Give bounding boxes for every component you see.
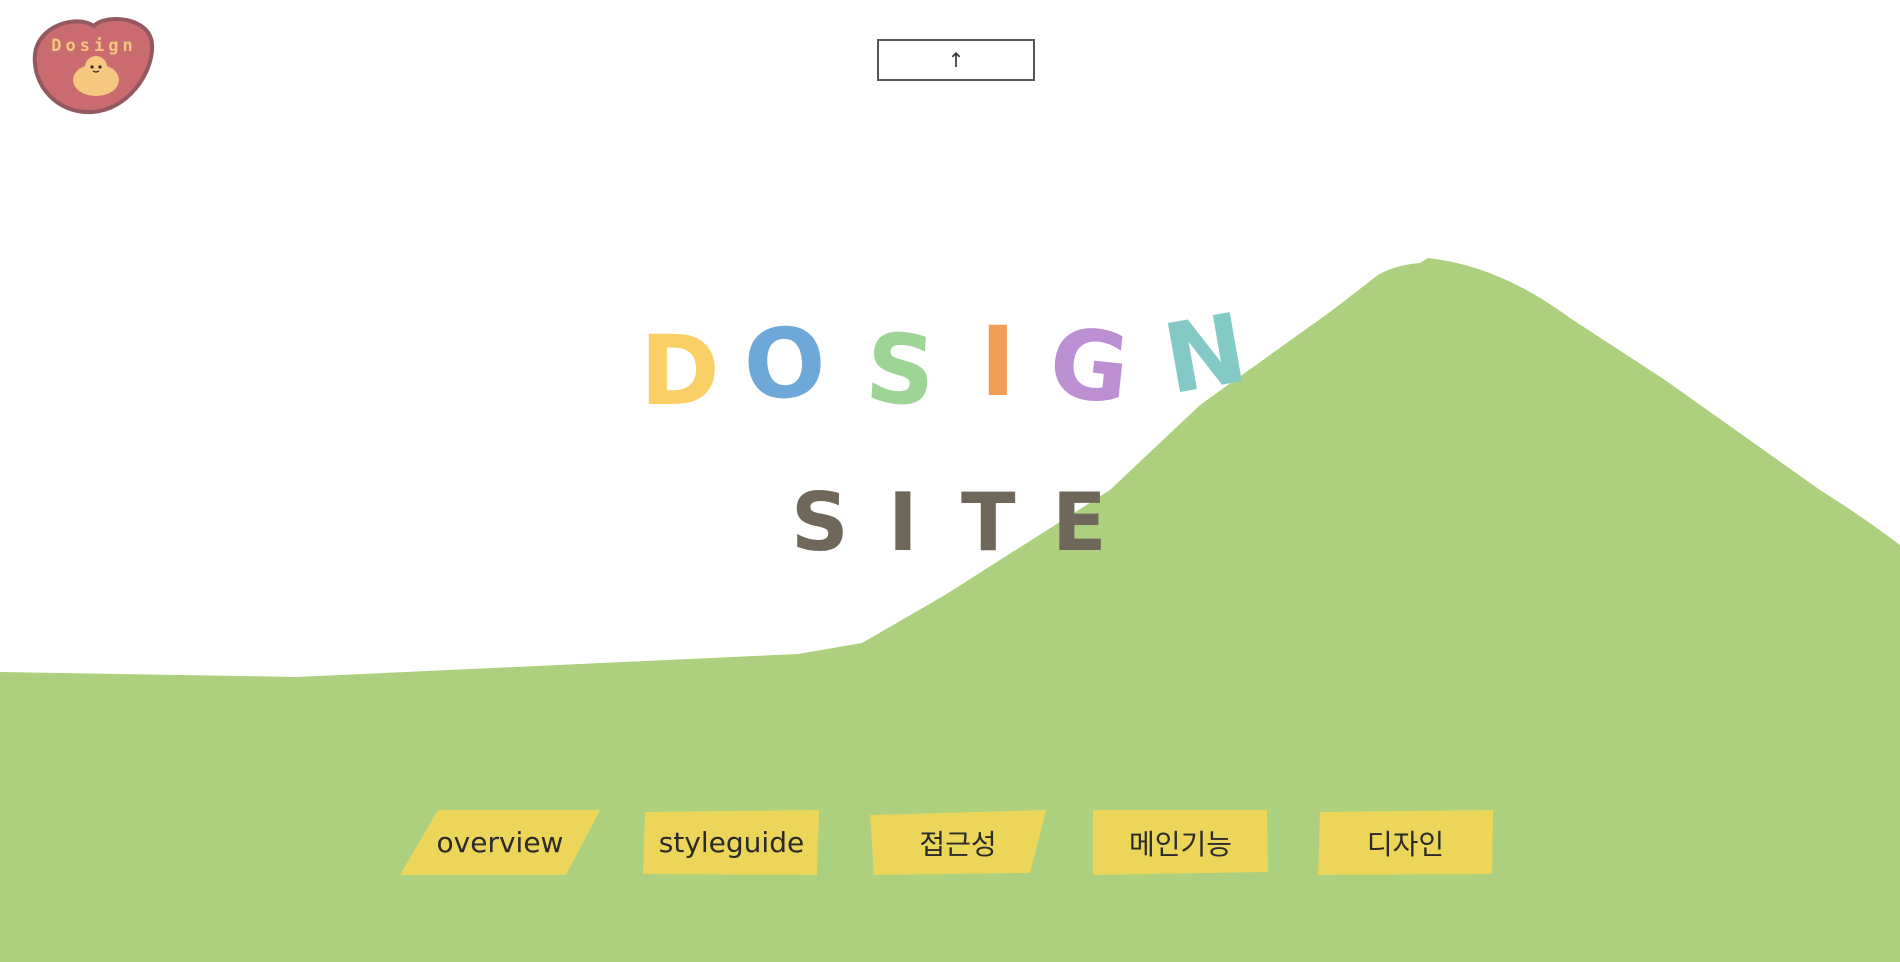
title-letter-o: O xyxy=(740,305,830,423)
subtitle-letter-t: T xyxy=(961,476,1016,569)
nav-overview[interactable]: overview xyxy=(400,810,600,875)
subtitle-letter-i: I xyxy=(888,476,918,569)
nav-styleguide[interactable]: styleguide xyxy=(643,810,820,875)
nav-design-label: 디자인 xyxy=(1366,827,1445,861)
logo-wordmark: Dosign xyxy=(51,36,137,56)
nav-design[interactable]: 디자인 xyxy=(1318,810,1493,875)
title-letter-g: G xyxy=(1044,306,1135,426)
nav-overview-label: overview xyxy=(436,826,564,859)
title-letter-d: D xyxy=(640,315,720,427)
nav-styleguide-label: styleguide xyxy=(658,826,805,859)
nav-accessibility[interactable]: 접근성 xyxy=(870,810,1046,875)
subtitle-letter-e: E xyxy=(1052,476,1107,569)
heart-logo-icon xyxy=(32,17,155,115)
title-letter-i: I xyxy=(980,306,1016,418)
scroll-top-button[interactable]: ↑ xyxy=(877,39,1035,81)
arrow-up-icon: ↑ xyxy=(947,48,965,72)
nav-main-features-label: 메인기능 xyxy=(1128,827,1233,861)
nav-main-features[interactable]: 메인기능 xyxy=(1093,810,1268,875)
nav-accessibility-label: 접근성 xyxy=(919,827,997,861)
subtitle-letter-s: S xyxy=(791,476,849,569)
title-letter-n: N xyxy=(1155,291,1255,417)
title-letter-s: S xyxy=(862,311,939,429)
dosign-logo[interactable]: Dosign xyxy=(32,14,156,116)
landing-page: Dosign ↑ D O S I G N S I T E overview st… xyxy=(0,0,1900,962)
